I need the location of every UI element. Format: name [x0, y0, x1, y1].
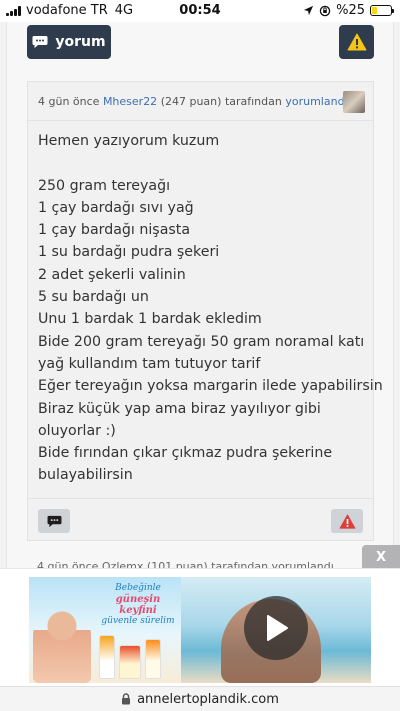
report-page-button[interactable] — [339, 25, 374, 59]
comment-line: yağ kullandım tam tutuyor tarif — [38, 355, 261, 372]
warning-icon — [339, 513, 355, 529]
location-arrow-icon — [304, 5, 314, 16]
comment-body: Hemen yazıyorum kuzum 250 gram tereyağı 1 … — [38, 130, 383, 487]
lock-icon — [122, 693, 131, 705]
ad-mother-child-image — [33, 607, 91, 683]
browser-url-bar[interactable]: annelertoplandik.com — [0, 686, 400, 711]
speech-bubble-icon — [47, 515, 61, 527]
comment-line: 1 çay bardağı sıvı yağ — [38, 199, 194, 216]
meta-divider — [28, 120, 373, 121]
ad-product-bottle — [99, 635, 115, 679]
status-right: %25 — [303, 3, 394, 18]
report-comment-button[interactable] — [331, 509, 363, 533]
url-domain: annelertoplandik.com — [137, 691, 279, 707]
ad-close-button[interactable]: X — [362, 545, 400, 569]
comment-line — [38, 152, 368, 174]
comment-line: 1 çay bardağı nişasta — [38, 222, 191, 239]
orientation-lock-icon — [319, 5, 331, 16]
comment-author-points: (247 puan) — [160, 95, 222, 108]
comment-permalink[interactable]: yorumlandı — [285, 95, 347, 108]
comment-line: 1 su bardağı pudra şekeri — [38, 244, 220, 261]
comment-line: Hemen yazıyorum kuzum — [38, 133, 220, 149]
comment-by-text: tarafından — [224, 95, 282, 108]
comment-line: Eğer tereyağın yoksa margarin ilede yapa… — [38, 378, 383, 395]
add-comment-label: yorum — [55, 34, 106, 50]
comment-card: 4 gün önce Mheser22 (247 puan) tarafında… — [27, 81, 383, 541]
comment-line: Bide 200 gram tereyağı 50 gram noramal k… — [38, 333, 365, 350]
add-comment-button[interactable]: yorum — [27, 25, 111, 59]
comment-line: 2 adet şekerli valinin — [38, 266, 186, 283]
ad-product-bottle — [119, 645, 141, 679]
comment-line: 5 su bardağı un — [38, 289, 149, 306]
author-avatar[interactable] — [343, 91, 365, 113]
comment-meta: 4 gün önce Mheser22 (247 puan) tarafında… — [38, 95, 348, 108]
action-divider — [28, 498, 373, 499]
ad-tagline-line: güneşin keyfini — [115, 594, 161, 616]
comment-line: bulayabilirsin — [38, 467, 133, 484]
ad-banner[interactable]: Bebeğinle güneşin keyfini güvenle süreli… — [0, 568, 400, 686]
warning-icon — [347, 33, 366, 51]
ad-play-button[interactable] — [244, 596, 308, 660]
comment-line: oluyorlar :) — [38, 422, 116, 439]
battery-fill — [372, 7, 377, 14]
battery-icon — [370, 5, 394, 16]
reply-button[interactable] — [38, 509, 70, 533]
ad-tagline-line: Bebeğinle — [115, 583, 161, 593]
comment-line: Bide fırından çıkar çıkmaz pudra şekerin… — [38, 445, 333, 462]
ad-creative[interactable]: Bebeğinle güneşin keyfini güvenle süreli… — [29, 577, 371, 683]
comment-time: 4 gün önce — [38, 95, 100, 108]
ad-product-panel: Bebeğinle güneşin keyfini güvenle süreli… — [29, 577, 181, 683]
comment-author-link[interactable]: Mheser22 — [103, 95, 157, 108]
ad-tagline-line: güvenle sürelim — [101, 616, 175, 626]
comment-line: Biraz küçük yap ama biraz yayılıyor gibi — [38, 400, 321, 417]
status-bar: vodafone TR 4G 00:54 %25 — [0, 0, 400, 22]
comment-line: Unu 1 bardak 1 bardak ekledim — [38, 311, 262, 328]
ad-tagline: Bebeğinle güneşin keyfini güvenle süreli… — [97, 583, 179, 627]
play-icon — [267, 615, 288, 641]
ad-product-bottle — [145, 639, 161, 679]
battery-percent: %25 — [336, 3, 365, 18]
speech-bubble-icon — [32, 36, 48, 48]
comment-line: 250 gram tereyağı — [38, 177, 171, 194]
